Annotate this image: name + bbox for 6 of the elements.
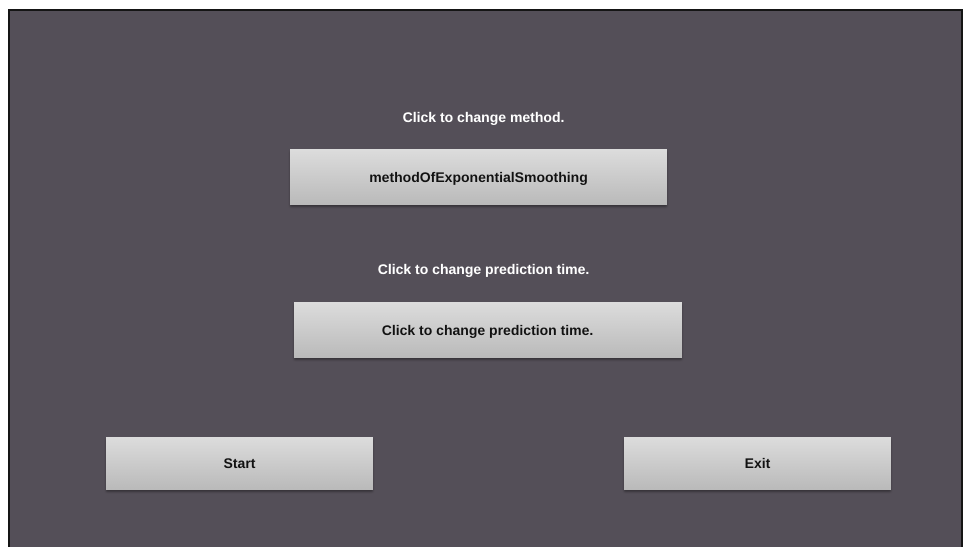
start-button[interactable]: Start [106,437,373,490]
method-label: Click to change method. [402,108,564,127]
exit-button[interactable]: Exit [624,437,891,490]
method-button[interactable]: methodOfExponentialSmoothing [290,149,667,205]
prediction-time-button[interactable]: Click to change prediction time. [294,302,682,358]
prediction-time-label: Click to change prediction time. [378,260,590,279]
